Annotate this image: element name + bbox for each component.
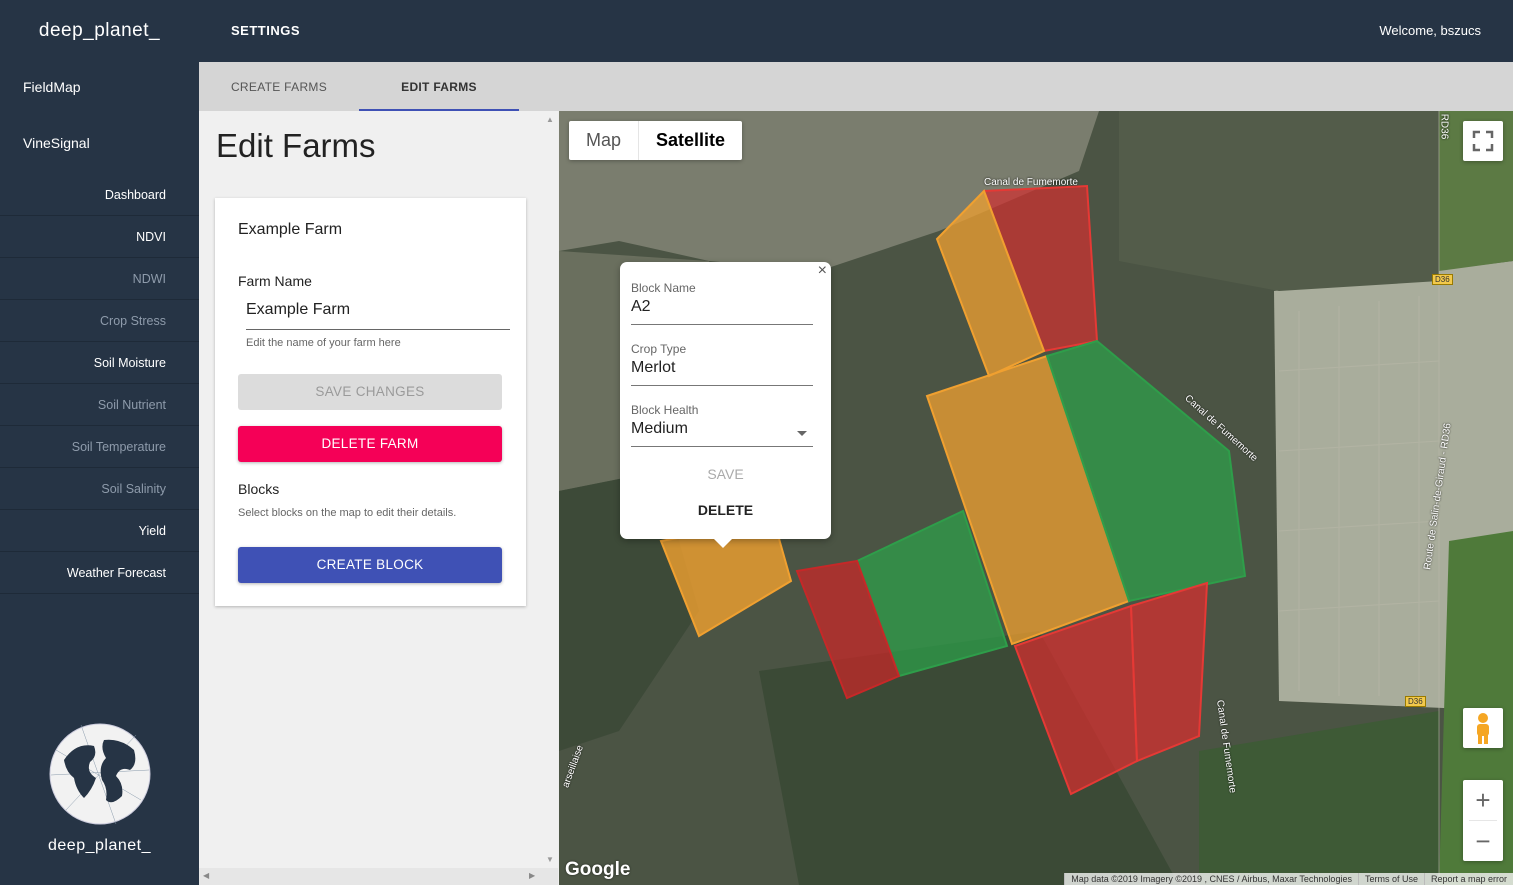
sidebar-item-soil-salinity[interactable]: Soil Salinity	[0, 468, 199, 510]
sidebar-item-vinesignal[interactable]: VineSignal	[0, 118, 199, 174]
block-health-value: Medium	[631, 420, 688, 437]
scroll-down-icon[interactable]: ▼	[546, 855, 554, 864]
page-title: SETTINGS	[231, 23, 301, 38]
road-badge-d36-bottom: D36	[1405, 696, 1426, 707]
tab-bar: CREATE FARMS EDIT FARMS	[199, 62, 1513, 111]
fullscreen-button[interactable]	[1463, 121, 1503, 161]
map-type-satellite-button[interactable]: Satellite	[639, 121, 742, 160]
zoom-control: + −	[1463, 780, 1503, 861]
pegman-icon	[1477, 713, 1489, 744]
map-type-control: Map Satellite	[569, 121, 743, 160]
scroll-left-icon[interactable]: ◀	[203, 871, 209, 880]
zoom-in-button[interactable]: +	[1463, 780, 1503, 820]
fullscreen-icon	[1472, 130, 1494, 152]
google-logo: Google	[565, 859, 631, 880]
crop-type-label: Crop Type	[631, 342, 687, 356]
farm-name-helper: Edit the name of your farm here	[246, 337, 401, 349]
block-health-label: Block Health	[631, 403, 699, 417]
chevron-down-icon	[797, 431, 807, 436]
create-block-button[interactable]: CREATE BLOCK	[238, 547, 502, 583]
scroll-right-icon[interactable]: ▶	[529, 871, 535, 880]
map-type-map-button[interactable]: Map	[569, 121, 640, 160]
block-health-select[interactable]: Medium	[631, 420, 813, 447]
map-label-canal-top: Canal de Fumemorte	[984, 177, 1078, 188]
logo-text: deep_planet_	[48, 837, 151, 854]
blocks-label: Blocks	[238, 481, 280, 497]
delete-farm-button[interactable]: DELETE FARM	[238, 426, 502, 462]
map-attribution: Map data ©2019 Imagery ©2019 , CNES / Ai…	[1064, 873, 1513, 885]
panel-vertical-scrollbar[interactable]: ▲ ▼	[542, 111, 558, 868]
block-name-input[interactable]: A2	[631, 298, 813, 325]
top-bar: SETTINGS Welcome, bszucs	[199, 0, 1513, 62]
block-info-popup: × Block Name A2 Crop Type Merlot Block H…	[620, 262, 831, 548]
street-view-pegman-button[interactable]	[1463, 708, 1503, 748]
map-label-rd36: RD36	[1438, 113, 1450, 140]
globe-icon	[49, 723, 150, 825]
map-data-credit: Map data ©2019 Imagery ©2019 , CNES / Ai…	[1064, 873, 1358, 885]
farm-card: Example Farm Farm Name Example Farm Edit…	[215, 198, 526, 606]
brand-logo-text[interactable]: deep_planet_	[0, 0, 199, 62]
sidebar-item-weather-forecast[interactable]: Weather Forecast	[0, 552, 199, 594]
popup-delete-button[interactable]: DELETE	[620, 502, 831, 518]
terms-of-use-link[interactable]: Terms of Use	[1357, 873, 1424, 885]
crop-type-input[interactable]: Merlot	[631, 359, 813, 386]
sidebar: deep_planet_ FieldMap VineSignal Dashboa…	[0, 0, 199, 885]
close-icon[interactable]: ×	[818, 262, 827, 280]
zoom-out-button[interactable]: −	[1463, 821, 1503, 861]
farm-card-title: Example Farm	[238, 221, 343, 238]
report-map-error-link[interactable]: Report a map error	[1423, 873, 1513, 885]
sidebar-item-yield[interactable]: Yield	[0, 510, 199, 552]
tab-create-farms[interactable]: CREATE FARMS	[199, 62, 359, 111]
sidebar-item-soil-moisture[interactable]: Soil Moisture	[0, 342, 199, 384]
farm-name-input[interactable]: Example Farm	[246, 301, 510, 330]
sidebar-sub-list: Dashboard NDVI NDWI Crop Stress Soil Moistur…	[0, 174, 199, 594]
panel-horizontal-scrollbar[interactable]: ◀ ▶	[199, 868, 558, 885]
sidebar-item-fieldmap[interactable]: FieldMap	[0, 62, 199, 118]
sidebar-item-dashboard[interactable]: Dashboard	[0, 174, 199, 216]
tab-edit-farms[interactable]: EDIT FARMS	[359, 62, 519, 111]
farm-name-label: Farm Name	[238, 273, 312, 289]
scroll-up-icon[interactable]: ▲	[546, 115, 554, 124]
blocks-helper: Select blocks on the map to edit their d…	[238, 507, 457, 519]
edit-farms-panel: Edit Farms Example Farm Farm Name Exampl…	[199, 111, 558, 885]
sidebar-item-soil-temperature[interactable]: Soil Temperature	[0, 426, 199, 468]
welcome-text[interactable]: Welcome, bszucs	[1379, 23, 1481, 38]
road-badge-d36-top: D36	[1432, 274, 1453, 285]
sidebar-item-soil-nutrient[interactable]: Soil Nutrient	[0, 384, 199, 426]
sidebar-item-ndwi[interactable]: NDWI	[0, 258, 199, 300]
sidebar-item-crop-stress[interactable]: Crop Stress	[0, 300, 199, 342]
sidebar-item-ndvi[interactable]: NDVI	[0, 216, 199, 258]
save-changes-button[interactable]: SAVE CHANGES	[238, 374, 502, 410]
panel-heading: Edit Farms	[216, 127, 376, 164]
block-name-label: Block Name	[631, 281, 696, 295]
satellite-map[interactable]: Canal de Fumemorte Canal de Fumemorte Ca…	[559, 111, 1513, 885]
sidebar-logo: deep_planet_	[0, 720, 199, 855]
popup-save-button[interactable]: SAVE	[620, 466, 831, 482]
